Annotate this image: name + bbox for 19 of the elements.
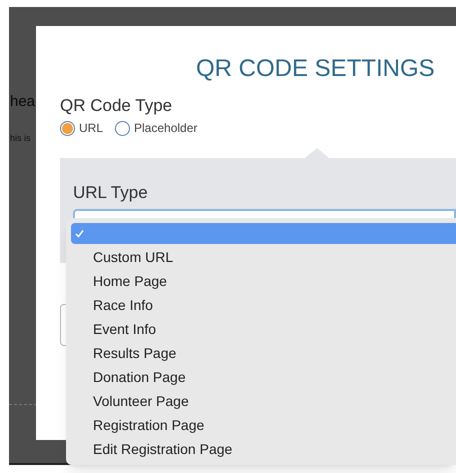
radio-button[interactable] xyxy=(115,120,130,136)
checkmark-icon xyxy=(75,229,84,238)
dropdown-option[interactable]: Donation Page xyxy=(71,367,456,388)
radio-button[interactable] xyxy=(60,120,75,136)
radio-option[interactable]: Placeholder xyxy=(115,119,198,137)
page-heading: hea xyxy=(10,93,36,111)
dropdown-option[interactable]: Race Info xyxy=(71,295,456,316)
dialog-title: QR CODE SETTINGS xyxy=(196,54,435,84)
radio-option[interactable]: URL xyxy=(60,119,104,137)
dropdown-option[interactable]: Custom URL xyxy=(71,247,456,268)
dropdown-option[interactable]: Volunteer Page xyxy=(71,391,456,412)
dropdown-option[interactable]: Home Page xyxy=(71,271,456,292)
field-label: URL Type xyxy=(73,182,148,204)
dropdown-option[interactable]: Registration Page xyxy=(71,415,456,436)
dropdown-option[interactable]: Edit Registration Page xyxy=(71,439,456,460)
dropdown-option[interactable]: Results Page xyxy=(71,343,456,364)
dropdown-option[interactable]: Event Info xyxy=(71,319,456,340)
page-text: his is xyxy=(10,133,31,144)
field-label: QR Code Type xyxy=(60,95,172,117)
